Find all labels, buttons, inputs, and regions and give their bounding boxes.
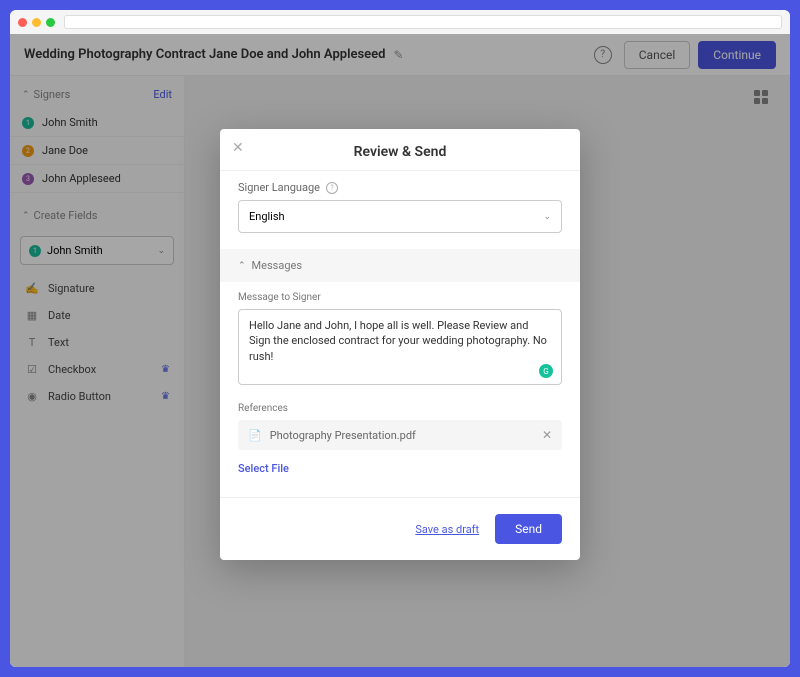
send-button[interactable]: Send <box>495 514 562 544</box>
browser-chrome <box>10 10 790 34</box>
remove-file-icon[interactable]: ✕ <box>542 428 552 442</box>
language-select[interactable]: English ⌄ <box>238 200 562 233</box>
modal-header: ✕ Review & Send <box>220 129 580 171</box>
signer-language-label: Signer Language ? <box>220 171 580 200</box>
select-file-link[interactable]: Select File <box>220 458 580 489</box>
message-text: Hello Jane and John, I hope all is well.… <box>249 318 551 364</box>
references-label: References <box>220 397 580 420</box>
grammarly-icon[interactable]: G <box>539 364 553 378</box>
file-icon: 📄 <box>248 429 262 442</box>
traffic-light-max[interactable] <box>46 18 55 27</box>
reference-file-name: Photography Presentation.pdf <box>270 429 416 442</box>
traffic-light-min[interactable] <box>32 18 41 27</box>
browser-window: Wedding Photography Contract Jane Doe an… <box>10 10 790 667</box>
language-value: English <box>249 210 285 223</box>
reference-file-row: 📄 Photography Presentation.pdf ✕ <box>238 420 562 450</box>
traffic-light-close[interactable] <box>18 18 27 27</box>
modal-footer: Save as draft Send <box>220 497 580 560</box>
message-to-signer-label: Message to Signer <box>220 282 580 309</box>
chevron-up-icon: ⌃ <box>238 261 246 271</box>
messages-section-head[interactable]: ⌃ Messages <box>220 249 580 282</box>
review-send-modal: ✕ Review & Send Signer Language ? Englis… <box>220 129 580 560</box>
save-as-draft-link[interactable]: Save as draft <box>415 523 479 536</box>
message-textarea[interactable]: Hello Jane and John, I hope all is well.… <box>238 309 562 385</box>
url-bar[interactable] <box>64 15 782 29</box>
app-root: Wedding Photography Contract Jane Doe an… <box>10 34 790 667</box>
modal-body[interactable]: Signer Language ? English ⌄ ⌃ Messages M… <box>220 171 580 497</box>
messages-label: Messages <box>252 259 302 272</box>
help-icon[interactable]: ? <box>326 182 338 194</box>
chevron-down-icon: ⌄ <box>543 212 551 222</box>
close-icon[interactable]: ✕ <box>232 140 244 156</box>
modal-title: Review & Send <box>354 144 447 160</box>
